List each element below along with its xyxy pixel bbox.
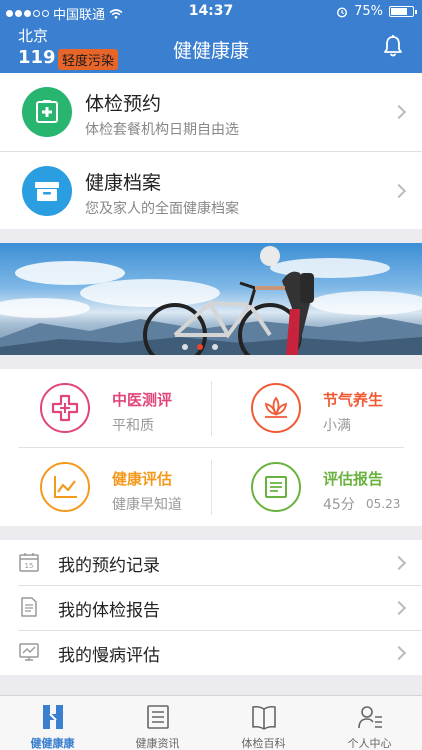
app-header: 中国联通 14:37 75% 北京 119 轻度污染 健健康康 bbox=[0, 0, 422, 73]
bottom-tab-bar: 健健康康 健康资讯 体检百科 个人中心 bbox=[0, 695, 422, 750]
my-records-list: 15 我的预约记录 我的体检报告 我的慢病评估 bbox=[0, 540, 422, 675]
tab-news-label: 健康资讯 bbox=[135, 737, 180, 750]
cyclist-photo bbox=[0, 246, 422, 355]
evaluation-report-cell[interactable]: 评估报告 45分 05.23 bbox=[211, 448, 422, 526]
booking-records-label: 我的预约记录 bbox=[58, 556, 160, 576]
tcm-assessment-cell[interactable]: 中医测评 平和质 bbox=[0, 369, 211, 447]
exam-booking-title: 体检预约 bbox=[85, 93, 162, 115]
grid-divider bbox=[211, 460, 212, 515]
tab-home[interactable]: 健健康康 bbox=[0, 696, 105, 750]
tcm-assessment-title: 中医测评 bbox=[112, 391, 173, 409]
exam-reports-label: 我的体检报告 bbox=[58, 601, 160, 621]
health-record-subtitle: 您及家人的全面健康档案 bbox=[85, 201, 239, 217]
home-logo-icon bbox=[43, 705, 63, 729]
status-bar: 中国联通 14:37 75% bbox=[0, 0, 422, 24]
promo-banner[interactable] bbox=[0, 243, 422, 355]
chevron-right-icon bbox=[391, 104, 407, 120]
calendar-icon: 15 bbox=[19, 553, 39, 572]
list-item-booking-records[interactable]: 15 我的预约记录 bbox=[0, 540, 422, 585]
medical-cross-icon bbox=[40, 383, 90, 433]
seasonal-health-cell[interactable]: 节气养生 小满 bbox=[211, 369, 422, 447]
chevron-right-icon bbox=[391, 600, 407, 615]
health-evaluation-cell[interactable]: 健康评估 健康早知道 bbox=[0, 448, 211, 526]
chevron-right-icon bbox=[391, 183, 407, 198]
health-evaluation-title: 健康评估 bbox=[112, 470, 173, 488]
news-icon bbox=[147, 705, 169, 729]
tab-encyclopedia[interactable]: 体检百科 bbox=[211, 696, 316, 750]
tcm-assessment-value: 平和质 bbox=[112, 418, 154, 434]
chevron-right-icon bbox=[391, 555, 407, 570]
list-item-chronic-assessment[interactable]: 我的慢病评估 bbox=[0, 630, 422, 675]
health-feature-grid: 中医测评 平和质 节气养生 小满 健康评估 健康早知道 评估报告 45分 05.… bbox=[0, 369, 422, 526]
tab-news[interactable]: 健康资讯 bbox=[105, 696, 210, 750]
hospital-icon bbox=[22, 87, 72, 137]
profile-icon bbox=[358, 706, 382, 729]
grid-divider bbox=[211, 381, 212, 436]
lotus-icon bbox=[251, 383, 301, 433]
exam-booking-item[interactable]: 体检预约 体检套餐机构日期自由选 bbox=[0, 73, 422, 151]
document-icon bbox=[21, 597, 37, 617]
monitor-chart-icon bbox=[19, 643, 39, 661]
grid-divider bbox=[18, 447, 404, 448]
evaluation-report-title: 评估报告 bbox=[323, 470, 384, 488]
report-icon bbox=[251, 462, 301, 512]
service-card-list: 体检预约 体检套餐机构日期自由选 健康档案 您及家人的全面健康档案 bbox=[0, 73, 422, 229]
evaluation-report-date: 05.23 bbox=[366, 497, 401, 511]
tab-home-label: 健健康康 bbox=[30, 737, 75, 750]
health-evaluation-value: 健康早知道 bbox=[112, 497, 182, 513]
battery-percent: 75% bbox=[354, 4, 383, 19]
health-record-item[interactable]: 健康档案 您及家人的全面健康档案 bbox=[0, 151, 422, 229]
exam-booking-subtitle: 体检套餐机构日期自由选 bbox=[85, 122, 239, 138]
book-icon bbox=[252, 705, 276, 730]
evaluation-report-score: 45分 bbox=[323, 497, 355, 513]
list-item-exam-reports[interactable]: 我的体检报告 bbox=[0, 585, 422, 630]
seasonal-health-value: 小满 bbox=[323, 418, 351, 434]
alarm-icon bbox=[337, 6, 348, 18]
health-record-title: 健康档案 bbox=[85, 172, 162, 194]
page-title: 健健康康 bbox=[172, 40, 249, 62]
svg-text:15: 15 bbox=[25, 562, 34, 570]
tab-profile[interactable]: 个人中心 bbox=[317, 696, 422, 750]
bell-icon[interactable] bbox=[382, 34, 404, 58]
tab-encyclopedia-label: 体检百科 bbox=[241, 737, 286, 750]
trend-chart-icon bbox=[40, 462, 90, 512]
battery-icon bbox=[389, 6, 417, 17]
chevron-right-icon bbox=[391, 645, 407, 660]
archive-icon bbox=[22, 165, 72, 216]
chronic-assessment-label: 我的慢病评估 bbox=[58, 646, 160, 666]
seasonal-health-title: 节气养生 bbox=[323, 391, 384, 409]
tab-profile-label: 个人中心 bbox=[347, 737, 392, 750]
